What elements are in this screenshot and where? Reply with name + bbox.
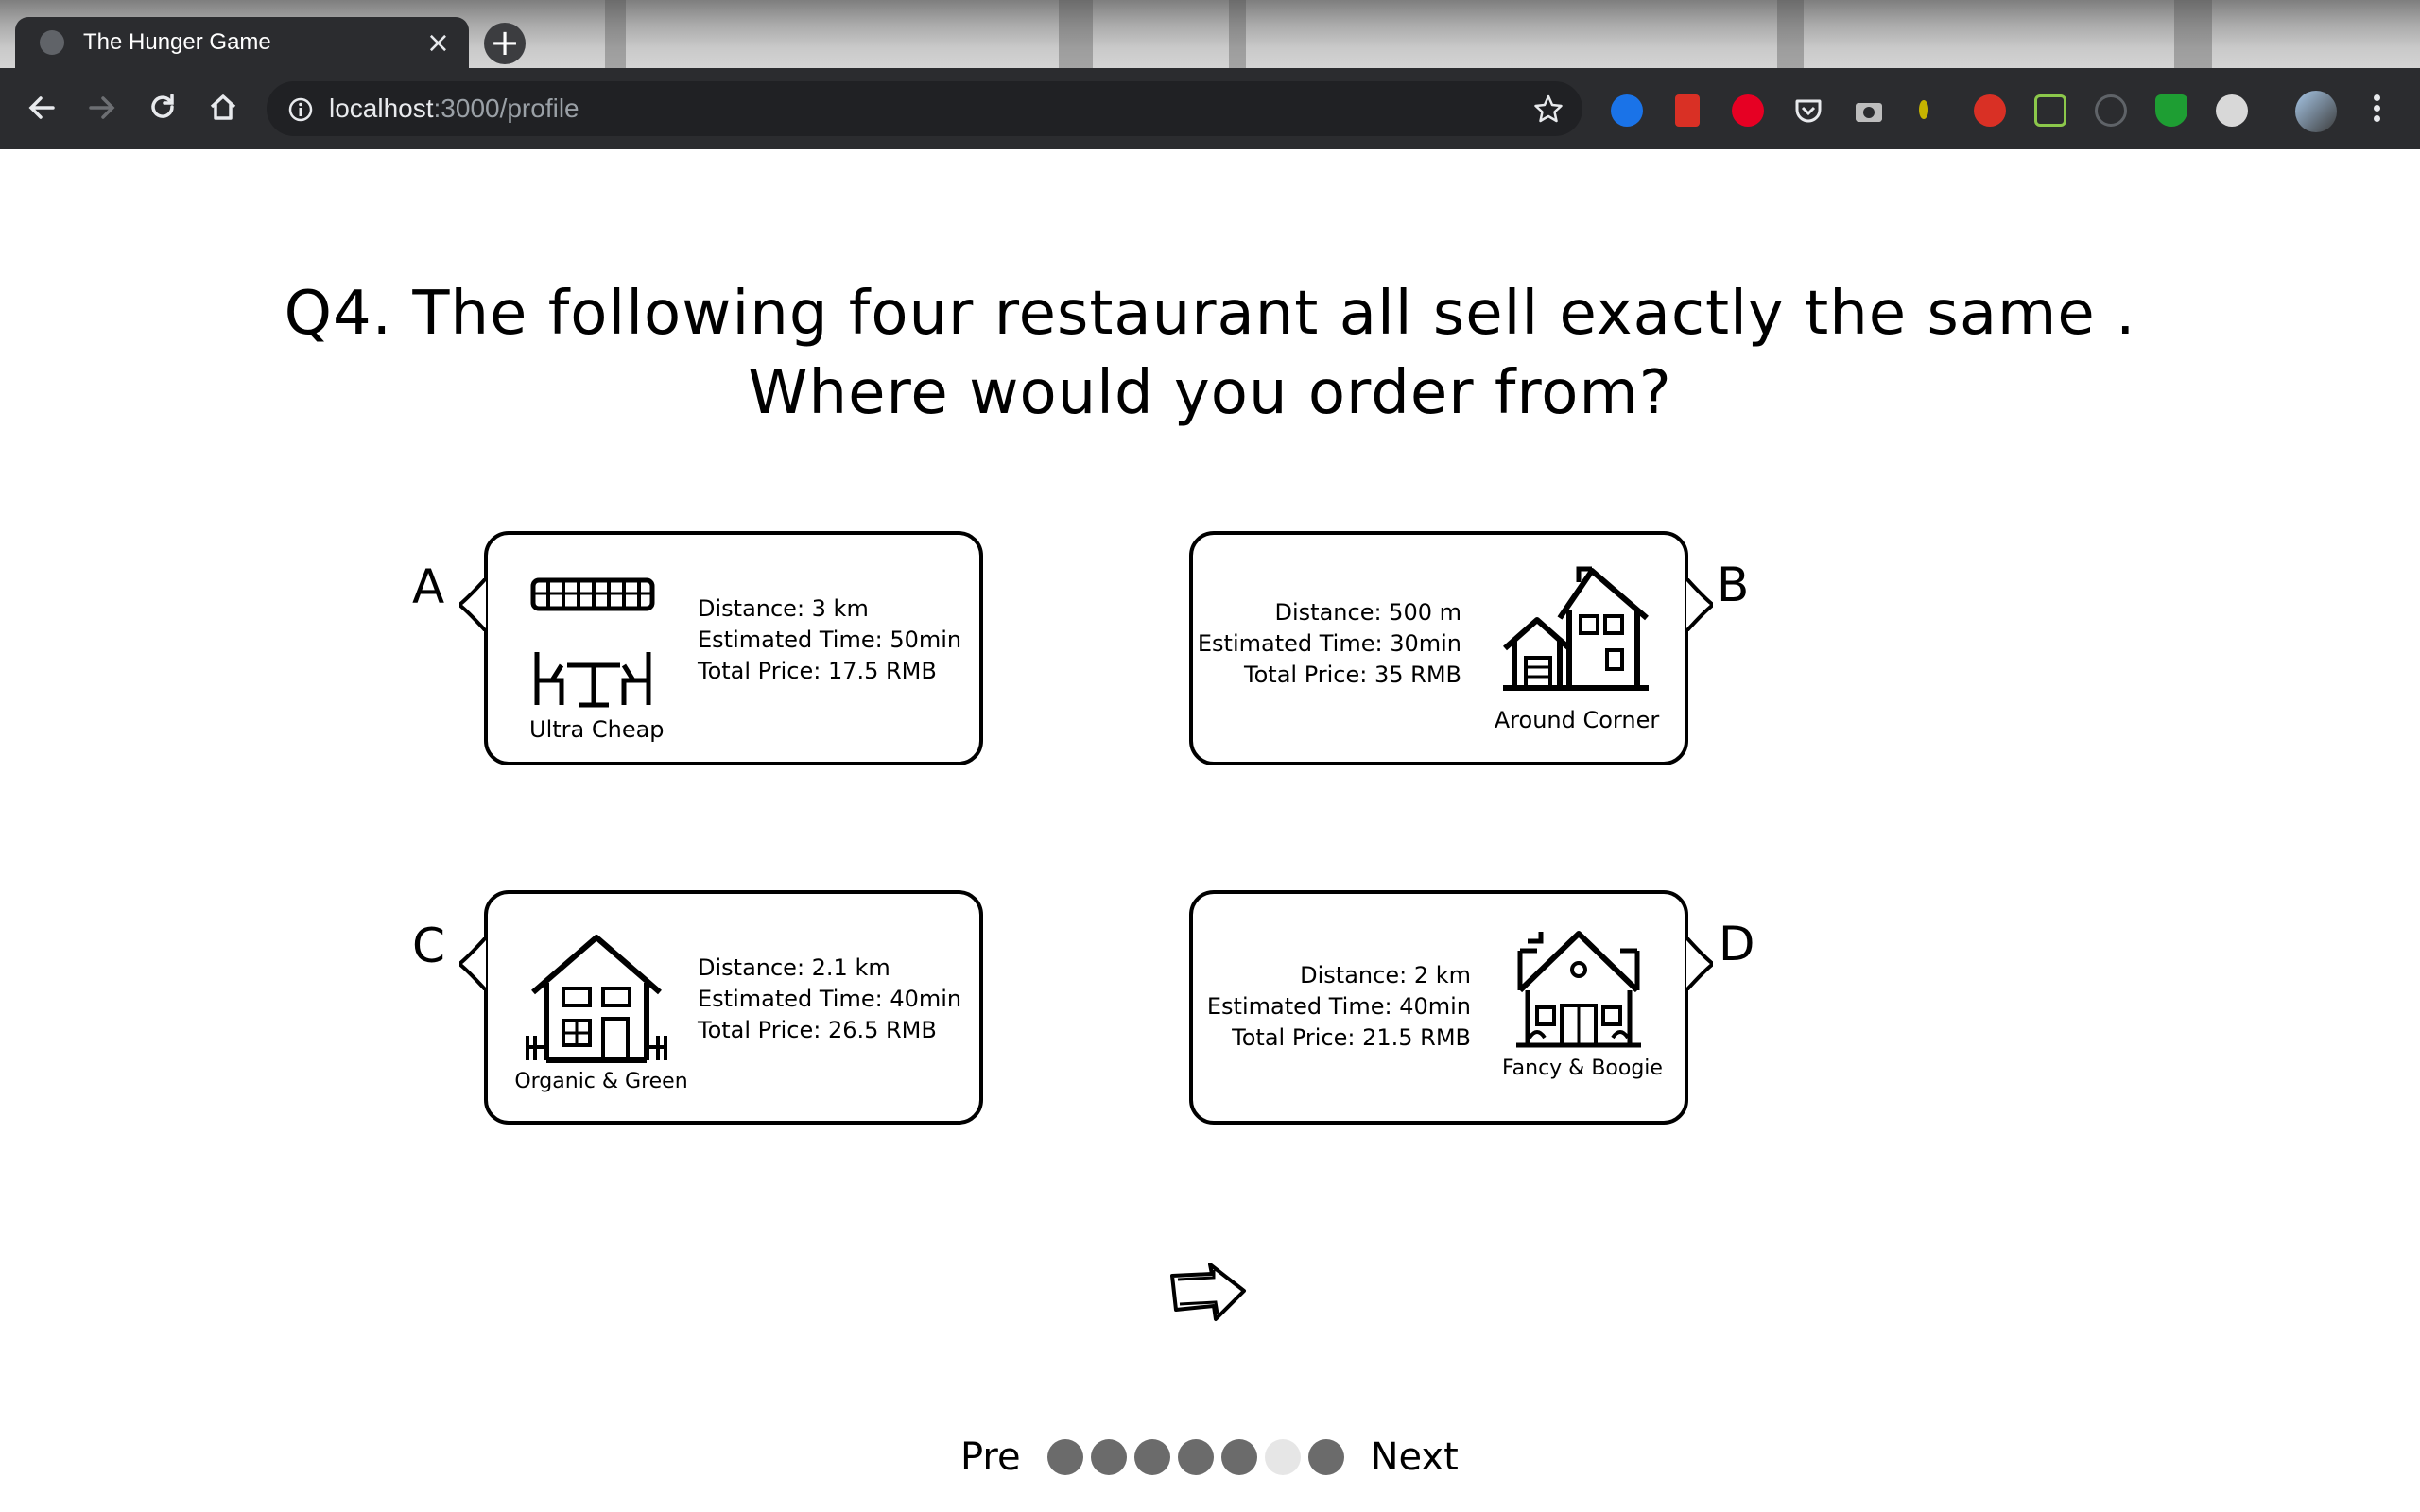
choice-details-b: Distance: 500 m Estimated Time: 30min To…	[1198, 597, 1461, 691]
choice-letter-d: D	[1719, 917, 1755, 971]
pager-dot-6[interactable]	[1264, 1439, 1301, 1475]
card-pointer	[459, 578, 486, 631]
extension-lightbulb-icon[interactable]	[1919, 100, 1928, 119]
pager-dot-1[interactable]	[1046, 1439, 1083, 1475]
pre-button[interactable]: Pre	[960, 1435, 1021, 1479]
extension-blue-bank-icon[interactable]	[1611, 94, 1643, 127]
extension-green-shield-icon[interactable]	[2155, 94, 2187, 127]
pager-dot-4[interactable]	[1177, 1439, 1214, 1475]
url-text: localhost:3000/profile	[329, 94, 579, 123]
pager-dot-5[interactable]	[1220, 1439, 1257, 1475]
choice-name-b: Around Corner	[1494, 707, 1660, 733]
card-pointer	[1686, 937, 1713, 990]
question-pager: Pre Next	[960, 1429, 1459, 1486]
camera-icon[interactable]	[1853, 94, 1885, 127]
site-info-icon[interactable]	[287, 96, 314, 123]
pager-dot-3[interactable]	[1133, 1439, 1170, 1475]
distance-text: Distance: 500 m	[1274, 599, 1461, 626]
choice-letter-c: C	[412, 919, 445, 973]
total-price-text: Total Price: 26.5 RMB	[698, 1017, 937, 1043]
pager-dot-7[interactable]	[1307, 1439, 1344, 1475]
extension-circle-icon[interactable]	[2216, 94, 2248, 127]
forward-icon[interactable]	[85, 91, 119, 125]
distance-text: Distance: 2.1 km	[698, 954, 890, 981]
question-title: Q4. The following four restaurant all se…	[284, 274, 2136, 433]
choice-card-b[interactable]: Distance: 500 m Estimated Time: 30min To…	[1189, 531, 1713, 765]
hand-drawn-arrow-icon[interactable]	[1168, 1263, 1248, 1323]
total-price-text: Total Price: 21.5 RMB	[1232, 1024, 1471, 1051]
tab-title: The Hunger Game	[83, 29, 271, 55]
pinterest-icon[interactable]	[1732, 94, 1764, 127]
globe-icon	[40, 30, 64, 55]
estimated-time-text: Estimated Time: 40min	[1206, 993, 1471, 1020]
houses-icon	[1503, 566, 1649, 691]
pocket-icon[interactable]	[1792, 94, 1824, 127]
back-icon[interactable]	[25, 91, 59, 125]
mansion-icon	[1516, 931, 1641, 1048]
choice-details-a: Distance: 3 km Estimated Time: 50min Tot…	[698, 593, 961, 687]
total-price-text: Total Price: 35 RMB	[1244, 662, 1461, 688]
choice-details-c: Distance: 2.1 km Estimated Time: 40min T…	[698, 953, 961, 1046]
market-stall-icon	[530, 577, 655, 708]
nodejs-icon[interactable]	[2034, 94, 2066, 127]
estimated-time-text: Estimated Time: 30min	[1197, 630, 1461, 657]
choice-letter-a: A	[412, 559, 445, 614]
browser-tab[interactable]: The Hunger Game ×	[15, 17, 469, 68]
card-pointer	[459, 937, 486, 990]
close-tab-icon[interactable]: ×	[426, 26, 450, 60]
question-line-1: Q4. The following four restaurant all se…	[284, 279, 2136, 349]
choice-details-d: Distance: 2 km Estimated Time: 40min Tot…	[1207, 960, 1471, 1054]
choice-card-d[interactable]: Distance: 2 km Estimated Time: 40min Tot…	[1189, 890, 1713, 1125]
choice-name-c: Organic & Green	[514, 1070, 688, 1093]
pager-dot-2[interactable]	[1090, 1439, 1127, 1475]
estimated-time-text: Estimated Time: 40min	[698, 986, 962, 1012]
next-button[interactable]: Next	[1371, 1435, 1459, 1479]
choice-card-a[interactable]: Ultra Cheap Distance: 3 km Estimated Tim…	[459, 531, 983, 765]
reload-icon[interactable]	[146, 91, 180, 125]
choice-name-d: Fancy & Boogie	[1502, 1057, 1663, 1080]
distance-text: Distance: 3 km	[698, 595, 869, 622]
choice-card-c[interactable]: Organic & Green Distance: 2.1 km Estimat…	[459, 890, 983, 1125]
cottage-icon	[526, 935, 667, 1063]
estimated-time-text: Estimated Time: 50min	[698, 627, 962, 653]
extension-red-book-icon[interactable]	[1675, 94, 1700, 127]
choice-letter-b: B	[1717, 558, 1750, 612]
pager-dots	[1044, 1439, 1348, 1475]
tab-strip: The Hunger Game × +	[0, 0, 2420, 68]
choice-name-a: Ultra Cheap	[529, 716, 665, 743]
profile-avatar[interactable]	[2295, 91, 2337, 132]
new-tab-button[interactable]: +	[484, 23, 526, 64]
distance-text: Distance: 2 km	[1300, 962, 1471, 988]
adblock-hand-icon[interactable]	[1974, 94, 2006, 127]
card-pointer	[1686, 578, 1713, 631]
question-line-2: Where would you order from?	[748, 358, 1672, 428]
home-icon[interactable]	[206, 91, 240, 125]
bookmark-star-icon[interactable]	[1533, 94, 1564, 124]
address-bar[interactable]: localhost:3000/profile	[267, 81, 1582, 136]
extension-gauge-icon[interactable]	[2095, 94, 2127, 127]
total-price-text: Total Price: 17.5 RMB	[698, 658, 937, 684]
browser-menu-icon[interactable]	[2371, 91, 2382, 130]
